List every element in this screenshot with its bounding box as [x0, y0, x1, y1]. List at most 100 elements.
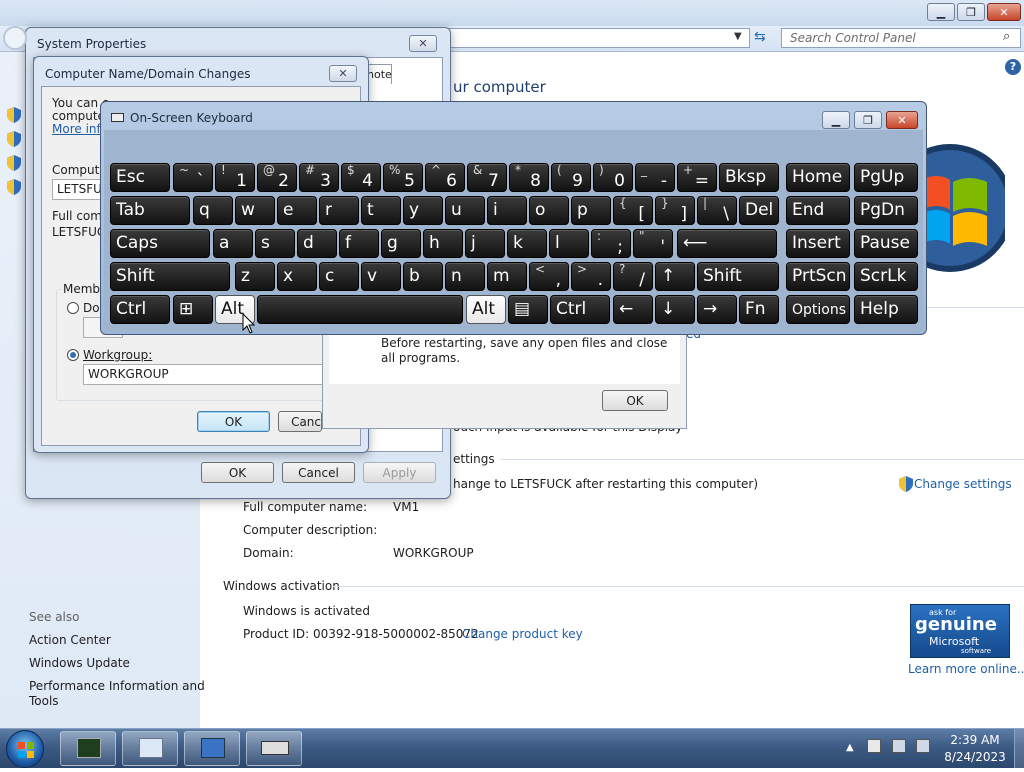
workgroup-input[interactable]: WORKGROUP	[83, 364, 323, 385]
key-r1c10[interactable]: p	[571, 196, 611, 225]
key-r3c7[interactable]: m	[487, 262, 527, 291]
taskbar-item-terminal[interactable]	[60, 731, 116, 766]
key-r4c11[interactable]: Options	[786, 295, 850, 324]
key-r4c5[interactable]: ▤	[508, 295, 548, 324]
key-r4c8[interactable]: ↓	[655, 295, 695, 324]
key-r1c8[interactable]: i	[487, 196, 527, 225]
key-r0c13[interactable]: + =	[677, 163, 717, 192]
key-r0c12[interactable]: _ -	[635, 163, 675, 192]
key-r4c6[interactable]: Ctrl	[550, 295, 610, 324]
show-desktop-button[interactable]	[1014, 729, 1024, 768]
key-r1c11[interactable]: {[	[613, 196, 653, 225]
address-dropdown-icon[interactable]: ▼	[734, 31, 742, 42]
key-r0c5[interactable]: $4	[341, 163, 381, 192]
key-r2c11[interactable]: " '	[633, 229, 673, 258]
key-r1c4[interactable]: r	[319, 196, 359, 225]
taskbar-item-osk[interactable]	[246, 731, 302, 766]
refresh-icon[interactable]: ⇆	[754, 29, 766, 45]
taskbar-item-control-panel[interactable]	[122, 731, 178, 766]
key-r2c13[interactable]: Insert	[786, 229, 850, 258]
key-r4c4[interactable]: Alt	[466, 295, 506, 324]
key-r0c3[interactable]: @2	[257, 163, 297, 192]
start-button[interactable]	[6, 730, 44, 768]
key-r3c12[interactable]: Shift	[697, 262, 779, 291]
key-space[interactable]	[257, 295, 463, 324]
key-r4c10[interactable]: Fn	[739, 295, 779, 324]
key-r3c4[interactable]: v	[361, 262, 401, 291]
key-r0c8[interactable]: & 7	[467, 163, 507, 192]
key-r2c8[interactable]: k	[507, 229, 547, 258]
key-r1c12[interactable]: }]	[655, 196, 695, 225]
key-r3c0[interactable]: Shift	[110, 262, 230, 291]
performance-info-link-line2[interactable]: Tools	[29, 694, 59, 708]
help-icon[interactable]: ?	[1005, 59, 1021, 75]
key-r0c10[interactable]: (9	[551, 163, 591, 192]
osk-minimize-button[interactable]: ▁	[822, 111, 850, 129]
domain-radio[interactable]	[67, 302, 79, 314]
key-r2c12[interactable]: ⟵	[677, 229, 777, 258]
key-r4c12[interactable]: Help	[854, 295, 918, 324]
key-r0c7[interactable]: ^ 6	[425, 163, 465, 192]
key-r1c13[interactable]: | \	[697, 196, 737, 225]
key-r1c14[interactable]: Del	[739, 196, 779, 225]
change-settings-link[interactable]: Change settings	[914, 477, 1012, 491]
change-product-key-link[interactable]: Change product key	[462, 627, 583, 641]
key-r3c3[interactable]: c	[319, 262, 359, 291]
key-r3c6[interactable]: n	[445, 262, 485, 291]
key-r1c7[interactable]: u	[445, 196, 485, 225]
name-changes-ok-button[interactable]: OK	[197, 411, 270, 432]
clock-time[interactable]: 2:39 AM	[940, 733, 1010, 747]
key-r0c1[interactable]: ~ `	[173, 163, 213, 192]
key-r1c15[interactable]: End	[786, 196, 850, 225]
key-r0c2[interactable]: ! 1	[215, 163, 255, 192]
key-r1c3[interactable]: e	[277, 196, 317, 225]
workgroup-radio[interactable]	[67, 349, 79, 361]
maximize-button[interactable]: ❐	[957, 3, 985, 21]
action-center-link[interactable]: Action Center	[29, 633, 111, 647]
key-r0c0[interactable]: Esc	[110, 163, 170, 192]
search-icon[interactable]: ⌕	[1003, 29, 1010, 44]
ok-button[interactable]: OK	[201, 462, 274, 483]
show-hidden-icons-icon[interactable]: ▲	[846, 742, 854, 753]
key-r2c9[interactable]: l	[549, 229, 589, 258]
key-r1c9[interactable]: o	[529, 196, 569, 225]
volume-icon[interactable]	[916, 739, 930, 753]
key-r1c6[interactable]: y	[403, 196, 443, 225]
key-r3c8[interactable]: <,	[529, 262, 569, 291]
learn-more-online-link[interactable]: Learn more online...	[908, 662, 1024, 676]
restart-ok-button[interactable]: OK	[602, 390, 668, 411]
key-r2c10[interactable]: :;	[591, 229, 631, 258]
close-button[interactable]: ✕	[987, 3, 1021, 21]
key-r1c1[interactable]: q	[193, 196, 233, 225]
name-changes-cancel-button[interactable]: Canc	[278, 411, 322, 432]
key-r2c4[interactable]: f	[339, 229, 379, 258]
osk-close-button[interactable]: ✕	[886, 111, 918, 129]
key-r3c10[interactable]: ? /	[613, 262, 653, 291]
key-r0c6[interactable]: % 5	[383, 163, 423, 192]
key-r3c1[interactable]: z	[235, 262, 275, 291]
key-r2c0[interactable]: Caps	[110, 229, 210, 258]
network-icon[interactable]	[892, 739, 906, 753]
genuine-microsoft-badge[interactable]: ask for genuine Microsoft software	[910, 604, 1010, 658]
key-r2c7[interactable]: j	[465, 229, 505, 258]
name-changes-close-icon[interactable]: ✕	[329, 65, 357, 82]
apply-button[interactable]: Apply	[363, 462, 436, 483]
key-r3c14[interactable]: ScrLk	[854, 262, 918, 291]
key-r1c16[interactable]: PgDn	[854, 196, 918, 225]
key-r1c5[interactable]: t	[361, 196, 401, 225]
key-r0c14[interactable]: Bksp	[719, 163, 779, 192]
key-r2c5[interactable]: g	[381, 229, 421, 258]
key-r3c2[interactable]: x	[277, 262, 317, 291]
key-r1c0[interactable]: Tab	[110, 196, 190, 225]
key-r0c15[interactable]: Home	[786, 163, 850, 192]
key-r0c11[interactable]: ) 0	[593, 163, 633, 192]
key-r2c14[interactable]: Pause	[854, 229, 918, 258]
key-r4c9[interactable]: →	[697, 295, 737, 324]
key-r4c7[interactable]: ←	[613, 295, 653, 324]
key-r2c2[interactable]: s	[255, 229, 295, 258]
key-r0c16[interactable]: PgUp	[854, 163, 918, 192]
system-properties-close-icon[interactable]: ✕	[409, 35, 437, 52]
clock-date[interactable]: 8/24/2023	[940, 750, 1010, 764]
cancel-button[interactable]: Cancel	[282, 462, 355, 483]
action-center-flag-icon[interactable]	[867, 739, 881, 753]
